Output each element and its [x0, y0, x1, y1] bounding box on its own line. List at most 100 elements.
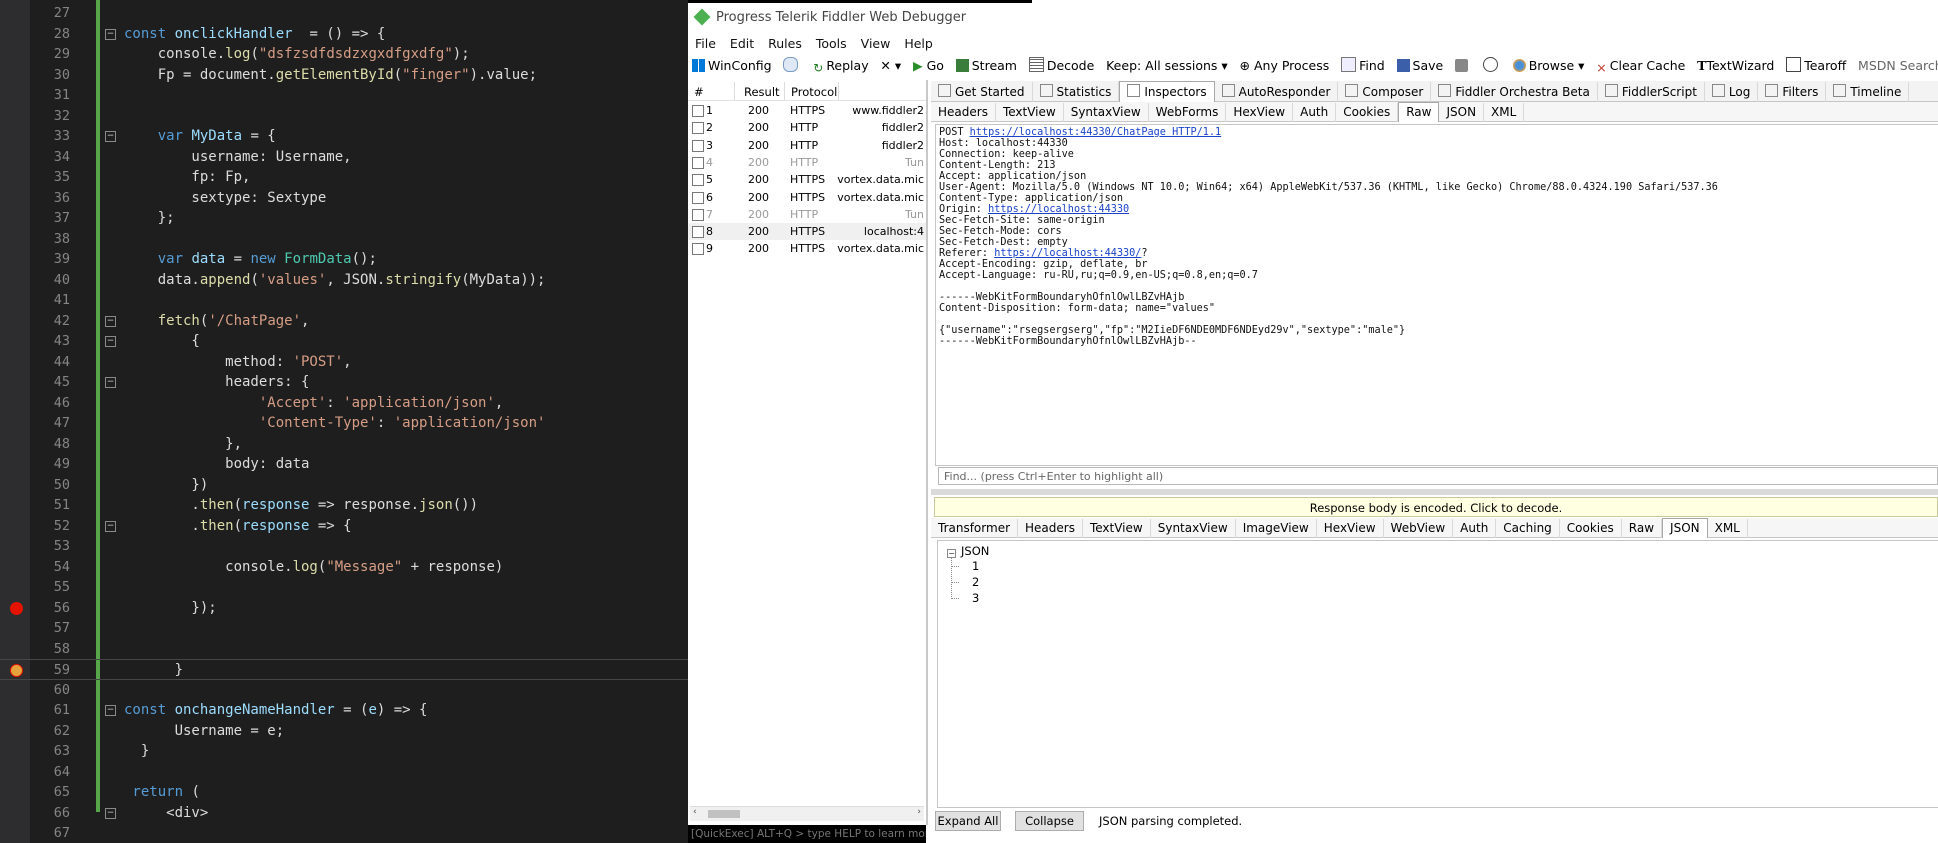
response-tab-json[interactable]: JSON: [1662, 518, 1708, 538]
request-tab-cookies[interactable]: Cookies: [1336, 103, 1399, 122]
expand-all-button[interactable]: Expand All: [935, 811, 1001, 831]
code-line-34[interactable]: 34 username: Username,: [0, 147, 688, 168]
code-line-60[interactable]: 60: [0, 680, 688, 701]
fold-toggle-icon[interactable]: −: [105, 520, 116, 532]
session-row[interactable]: 7 200 HTTP Tun: [688, 206, 926, 223]
code-line-62[interactable]: 62 Username = e;: [0, 721, 688, 742]
code-line-66[interactable]: 66 − <div>: [0, 803, 688, 824]
menu-help[interactable]: Help: [897, 34, 940, 53]
tab-timeline[interactable]: Timeline: [1826, 82, 1910, 102]
code-line-47[interactable]: 47 'Content-Type': 'application/json': [0, 413, 688, 434]
request-tab-hexview[interactable]: HexView: [1226, 103, 1294, 122]
collapse-button[interactable]: Collapse: [1015, 811, 1084, 831]
tab-log[interactable]: Log: [1705, 82, 1759, 102]
code-line-57[interactable]: 57: [0, 618, 688, 639]
scrollbar-thumb[interactable]: [708, 810, 740, 818]
horizontal-scrollbar[interactable]: ‹ ›: [690, 806, 924, 821]
code-line-45[interactable]: 45 − headers: {: [0, 372, 688, 393]
session-row[interactable]: 8 200 HTTPS localhost:4: [688, 223, 926, 241]
remove-button[interactable]: ✕ ▾: [876, 56, 905, 75]
code-line-46[interactable]: 46 'Accept': 'application/json',: [0, 393, 688, 414]
code-line-50[interactable]: 50 }): [0, 475, 688, 496]
json-node-2[interactable]: 2: [972, 575, 979, 589]
winconfig-button[interactable]: WinConfig: [688, 56, 776, 75]
request-tab-auth[interactable]: Auth: [1293, 103, 1337, 122]
response-tab-cookies[interactable]: Cookies: [1560, 519, 1622, 538]
session-row[interactable]: 3 200 HTTP fiddler2: [688, 137, 926, 154]
code-line-67[interactable]: 67: [0, 823, 688, 843]
code-line-28[interactable]: 28 − const onclickHandler = () => {: [0, 24, 688, 45]
save-button[interactable]: Save: [1393, 56, 1448, 75]
code-line-32[interactable]: 32: [0, 106, 688, 127]
timer-button[interactable]: [1479, 55, 1505, 75]
response-tab-headers[interactable]: Headers: [1018, 519, 1083, 538]
code-editor[interactable]: 27 28− const onclickHandler = () => {29 co…: [0, 0, 688, 843]
code-line-29[interactable]: 29 console.log("dsfzsdfdsdzxgxdfgxdfg");: [0, 44, 688, 65]
scroll-left-icon[interactable]: ‹: [693, 807, 697, 817]
clear-cache-button[interactable]: ⨯ Clear Cache: [1592, 56, 1689, 75]
code-line-38[interactable]: 38: [0, 229, 688, 250]
code-line-65[interactable]: 65 return (: [0, 782, 688, 803]
msdn-search-input[interactable]: MSDN Search...: [1854, 56, 1938, 75]
tearoff-button[interactable]: Tearoff: [1782, 55, 1850, 75]
response-tab-caching[interactable]: Caching: [1496, 519, 1560, 538]
response-tab-textview[interactable]: TextView: [1083, 519, 1151, 538]
request-tab-textview[interactable]: TextView: [996, 103, 1064, 122]
menu-edit[interactable]: Edit: [723, 34, 761, 53]
fold-toggle-icon[interactable]: −: [105, 807, 116, 819]
code-line-59[interactable]: 59 }: [0, 659, 688, 680]
response-tab-hexview[interactable]: HexView: [1317, 519, 1384, 538]
code-line-48[interactable]: 48 },: [0, 434, 688, 455]
request-url-link[interactable]: https://localhost:44330/ChatPage HTTP/1.…: [970, 127, 1221, 138]
response-tab-xml[interactable]: XML: [1708, 519, 1748, 538]
go-button[interactable]: ▶ Go: [909, 56, 948, 75]
request-tab-syntaxview[interactable]: SyntaxView: [1064, 103, 1149, 122]
code-line-31[interactable]: 31: [0, 85, 688, 106]
code-line-61[interactable]: 61 − const onchangeNameHandler = (e) => {: [0, 700, 688, 721]
tab-filters[interactable]: Filters: [1758, 82, 1827, 102]
code-line-63[interactable]: 63 }: [0, 741, 688, 762]
response-tab-auth[interactable]: Auth: [1453, 519, 1497, 538]
sessions-list[interactable]: # Result Protocol 1 200 HTTPS www.fiddler2 2…: [688, 80, 928, 825]
menu-tools[interactable]: Tools: [809, 34, 854, 53]
col-result[interactable]: Result: [744, 85, 780, 99]
textwizard-button[interactable]: TTextWizard: [1693, 56, 1778, 75]
code-line-58[interactable]: 58: [0, 639, 688, 660]
session-row[interactable]: 9 200 HTTPS vortex.data.mic: [688, 240, 926, 257]
fold-toggle-icon[interactable]: −: [105, 377, 116, 388]
code-line-42[interactable]: 42 − fetch('/ChatPage',: [0, 311, 688, 332]
response-tab-raw[interactable]: Raw: [1622, 519, 1663, 538]
fold-toggle-icon[interactable]: −: [105, 336, 116, 347]
tab-composer[interactable]: Composer: [1338, 82, 1432, 102]
browse-button[interactable]: Browse ▾: [1509, 56, 1589, 75]
response-tab-syntaxview[interactable]: SyntaxView: [1151, 519, 1236, 538]
tab-inspectors[interactable]: Inspectors: [1119, 81, 1215, 102]
pane-splitter[interactable]: [931, 489, 1938, 495]
code-line-52[interactable]: 52 − .then(response => {: [0, 516, 688, 537]
stream-button[interactable]: Stream: [952, 56, 1021, 75]
find-button[interactable]: Find: [1337, 55, 1389, 75]
code-line-49[interactable]: 49 body: data: [0, 454, 688, 475]
code-line-35[interactable]: 35 fp: Fp,: [0, 167, 688, 188]
fold-toggle-icon[interactable]: −: [105, 131, 116, 142]
tab-get-started[interactable]: Get Started: [931, 82, 1033, 102]
request-tab-raw[interactable]: Raw: [1398, 102, 1440, 122]
code-line-27[interactable]: 27: [0, 3, 688, 24]
menu-file[interactable]: File: [688, 34, 723, 53]
breakpoint-icon[interactable]: [10, 601, 23, 615]
code-line-39[interactable]: 39 var data = new FormData();: [0, 249, 688, 270]
request-tab-headers[interactable]: Headers: [931, 103, 996, 122]
screenshot-button[interactable]: [1451, 56, 1475, 75]
session-row[interactable]: 5 200 HTTPS vortex.data.mic: [688, 171, 926, 188]
comment-button[interactable]: [779, 55, 805, 75]
referer-link[interactable]: https://localhost:44330/: [994, 248, 1141, 259]
session-row[interactable]: 4 200 HTTP Tun: [688, 154, 926, 171]
response-tab-webview[interactable]: WebView: [1384, 519, 1454, 538]
code-line-54[interactable]: 54 console.log("Message" + response): [0, 557, 688, 578]
json-root-node[interactable]: JSON: [961, 544, 989, 558]
request-tab-xml[interactable]: XML: [1484, 103, 1525, 122]
fold-toggle-icon[interactable]: −: [105, 28, 116, 40]
menu-rules[interactable]: Rules: [761, 34, 809, 53]
replay-button[interactable]: ↻ Replay: [809, 56, 872, 76]
decode-button[interactable]: Decode: [1025, 55, 1098, 75]
